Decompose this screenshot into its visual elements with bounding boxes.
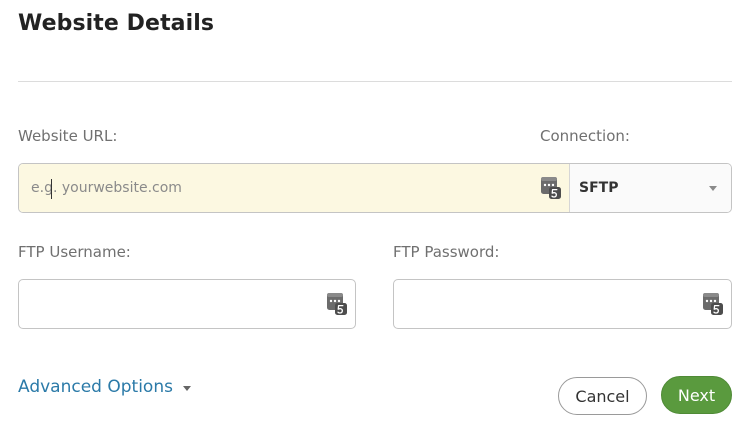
website-url-field [19, 164, 570, 212]
connection-selected-value: SFTP [579, 180, 619, 196]
advanced-options-label: Advanced Options [18, 377, 173, 397]
connection-select[interactable]: SFTP [570, 164, 731, 212]
website-url-row: SFTP [18, 163, 732, 213]
next-button[interactable]: Next [661, 376, 732, 414]
ftp-password-input[interactable] [394, 280, 731, 328]
password-manager-icon[interactable] [327, 293, 347, 315]
password-manager-icon[interactable] [703, 293, 723, 315]
chevron-down-icon [182, 385, 191, 391]
connection-label: Connection: [540, 127, 630, 145]
dialog-title: Website Details [18, 11, 215, 36]
password-manager-icon[interactable] [541, 177, 561, 199]
chevron-down-icon [709, 185, 717, 191]
ftp-password-label: FTP Password: [393, 243, 500, 261]
ftp-password-field [393, 279, 732, 329]
advanced-options-toggle[interactable]: Advanced Options [18, 377, 191, 397]
text-caret [51, 179, 52, 199]
title-divider [18, 81, 732, 82]
ftp-username-input[interactable] [19, 280, 355, 328]
website-url-label: Website URL: [18, 127, 118, 145]
cancel-button[interactable]: Cancel [558, 377, 647, 415]
website-url-input[interactable] [19, 164, 569, 212]
ftp-username-field [18, 279, 356, 329]
website-details-dialog: Website Details Website URL: Connection:… [0, 0, 739, 421]
ftp-username-label: FTP Username: [18, 243, 131, 261]
